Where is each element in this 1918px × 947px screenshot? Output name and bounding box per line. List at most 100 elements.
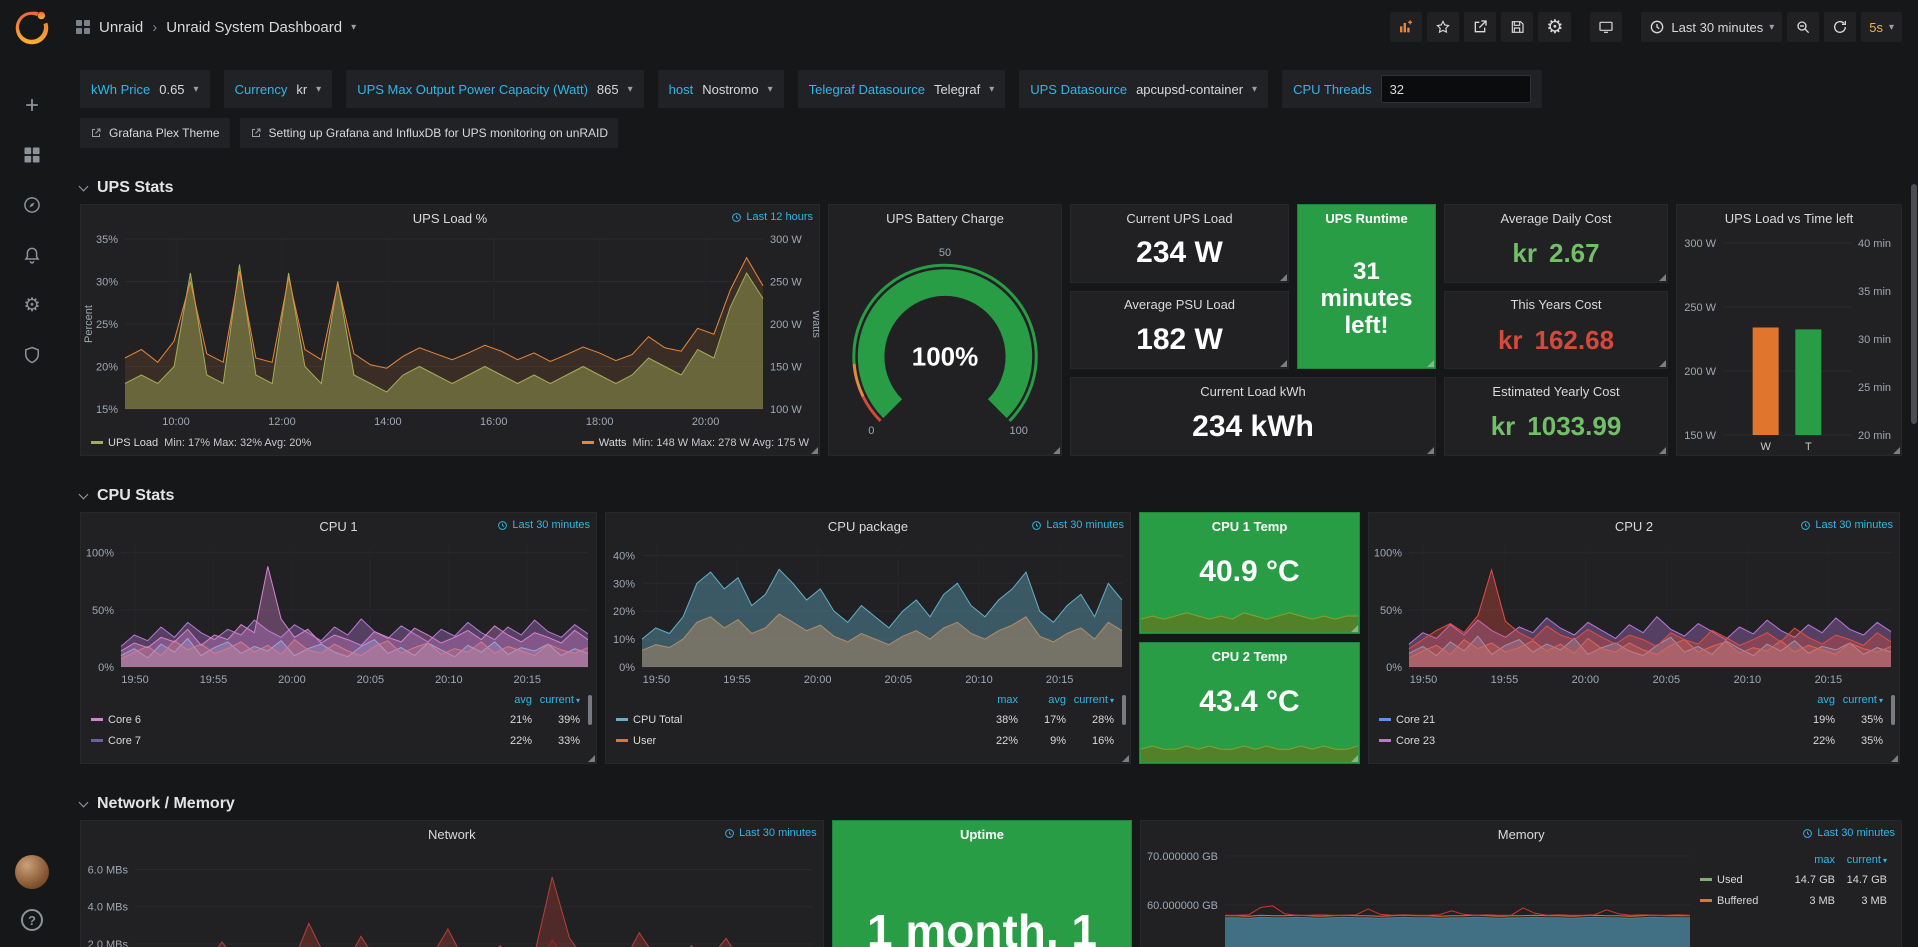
refresh-button[interactable] xyxy=(1824,12,1856,42)
ups-stat-grid: Current UPS Load 234 W UPS Runtime 31 mi… xyxy=(1070,204,1436,456)
breadcrumb-folder[interactable]: Unraid xyxy=(99,19,143,36)
svg-text:20:00: 20:00 xyxy=(278,674,306,686)
legend-row[interactable]: Core 21 19% 35% xyxy=(1379,709,1883,730)
legend-sort-current[interactable]: current▾ xyxy=(532,694,580,706)
memory-graph[interactable]: 70.000000 GB60.000000 GB50.000000 GB xyxy=(1141,847,1696,947)
link-grafana-plex-theme[interactable]: Grafana Plex Theme xyxy=(80,118,230,148)
cpu-package-graph[interactable]: 40%30%20%10%0%19:5019:5520:0020:0520:102… xyxy=(606,539,1130,689)
legend-sort-current[interactable]: current▾ xyxy=(1835,694,1883,706)
refresh-interval-picker[interactable]: 5s ▾ xyxy=(1861,12,1902,42)
panel-title[interactable]: Memory xyxy=(1498,827,1545,842)
add-panel-button[interactable] xyxy=(1390,12,1422,42)
legend-row[interactable]: CPU Total 38% 17% 28% xyxy=(616,709,1114,730)
sidebar-item-explore[interactable] xyxy=(21,194,43,216)
legend-item-ups-load[interactable]: UPS LoadMin: 17% Max: 32% Avg: 20% xyxy=(91,437,311,449)
variable-ups-datasource[interactable]: UPS Datasource apcupsd-container ▾ xyxy=(1019,70,1268,108)
panel-time-range[interactable]: Last 30 minutes xyxy=(1800,519,1893,531)
panel-title[interactable]: Estimated Yearly Cost xyxy=(1492,384,1619,399)
legend-sort-current[interactable]: current▾ xyxy=(1835,854,1887,866)
page-scrollbar-thumb[interactable] xyxy=(1911,184,1917,424)
legend-row[interactable]: Core 23 22% 35% xyxy=(1379,730,1883,751)
panel-title[interactable]: Network xyxy=(428,827,476,842)
panel-title[interactable]: CPU 2 xyxy=(1615,519,1653,534)
sidebar-item-create[interactable] xyxy=(21,94,43,116)
legend-row[interactable]: User 22% 9% 16% xyxy=(616,730,1114,751)
link-ups-monitoring-guide[interactable]: Setting up Grafana and InfluxDB for UPS … xyxy=(240,118,619,148)
svg-text:100%: 100% xyxy=(86,548,114,560)
variable-host[interactable]: host Nostromo ▾ xyxy=(658,70,784,108)
legend-item-watts[interactable]: WattsMin: 148 W Max: 278 W Avg: 175 W xyxy=(582,437,809,449)
legend-scrollbar[interactable] xyxy=(1122,695,1126,725)
variable-telegraf-datasource[interactable]: Telegraf Datasource Telegraf ▾ xyxy=(798,70,1006,108)
grafana-logo[interactable] xyxy=(12,8,52,48)
ups-load-graph[interactable]: 35%30%25%20%15%300 W250 W200 W150 W100 W… xyxy=(81,231,819,431)
panel-title[interactable]: This Years Cost xyxy=(1510,297,1601,312)
panel-time-range[interactable]: Last 30 minutes xyxy=(1802,827,1895,839)
sidebar-item-alerting[interactable] xyxy=(21,244,43,266)
cpu-2-graph[interactable]: 100%50%0%19:5019:5520:0020:0520:1020:15 xyxy=(1369,539,1899,689)
legend-row[interactable]: Buffered 3 MB 3 MB xyxy=(1700,890,1887,911)
panel-title[interactable]: CPU 1 Temp xyxy=(1212,519,1288,534)
variable-currency[interactable]: Currency kr ▾ xyxy=(224,70,333,108)
refresh-icon xyxy=(1832,19,1848,35)
settings-button[interactable]: ⚙ xyxy=(1538,12,1571,42)
panel-time-range[interactable]: Last 30 minutes xyxy=(1031,519,1124,531)
section-ups-stats[interactable]: UPS Stats xyxy=(80,172,1902,204)
legend-scrollbar[interactable] xyxy=(1891,695,1895,725)
panel-ups-runtime: UPS Runtime 31 minutes left! xyxy=(1297,204,1436,369)
star-button[interactable] xyxy=(1427,12,1459,42)
help-icon[interactable]: ? xyxy=(21,909,43,931)
panel-title[interactable]: Current UPS Load xyxy=(1126,211,1232,226)
legend-sort-current[interactable]: current▾ xyxy=(1066,694,1114,706)
section-cpu-stats[interactable]: CPU Stats xyxy=(80,480,1902,512)
chevron-down-icon[interactable]: ▾ xyxy=(351,22,356,33)
sidebar-item-server-admin[interactable] xyxy=(21,344,43,366)
cpu-1-graph[interactable]: 100%50%0%19:5019:5520:0020:0520:1020:15 xyxy=(81,539,596,689)
share-button[interactable] xyxy=(1464,12,1496,42)
panel-title[interactable]: UPS Runtime xyxy=(1325,211,1407,226)
panel-title[interactable]: Average Daily Cost xyxy=(1500,211,1611,226)
svg-text:20:15: 20:15 xyxy=(514,674,542,686)
save-button[interactable] xyxy=(1501,12,1533,42)
panel-title[interactable]: Current Load kWh xyxy=(1200,384,1306,399)
page-scrollbar[interactable] xyxy=(1910,54,1918,947)
panel-title[interactable]: CPU 2 Temp xyxy=(1212,649,1288,664)
breadcrumb-dashboard-title[interactable]: Unraid System Dashboard xyxy=(166,19,342,36)
panel-time-range[interactable]: Last 30 minutes xyxy=(497,519,590,531)
ups-load-vs-time-chart[interactable]: 300 W250 W200 W150 W40 min35 min30 min25… xyxy=(1677,231,1901,455)
legend-sort-avg[interactable]: avg xyxy=(1787,694,1835,706)
panel-time-range[interactable]: Last 30 minutes xyxy=(724,827,817,839)
zoom-out-button[interactable] xyxy=(1787,12,1819,42)
panel-title[interactable]: Average PSU Load xyxy=(1124,297,1235,312)
panel-time-range[interactable]: Last 12 hours xyxy=(731,211,813,223)
legend-scrollbar[interactable] xyxy=(588,695,592,725)
user-avatar[interactable] xyxy=(15,855,49,889)
svg-text:30%: 30% xyxy=(96,277,118,289)
legend-row[interactable]: Core 6 21% 39% xyxy=(91,709,580,730)
panel-title[interactable]: CPU 1 xyxy=(319,519,357,534)
time-range-picker[interactable]: Last 30 minutes ▾ xyxy=(1641,12,1782,42)
panel-title[interactable]: UPS Battery Charge xyxy=(886,211,1004,226)
battery-gauge[interactable]: 050100100% xyxy=(829,231,1061,455)
sidebar-item-configuration[interactable]: ⚙ xyxy=(21,294,43,316)
cycle-view-button[interactable] xyxy=(1590,12,1622,42)
panel-title[interactable]: UPS Load % xyxy=(413,211,487,226)
panel-title[interactable]: UPS Load vs Time left xyxy=(1725,211,1854,226)
panel-title[interactable]: Uptime xyxy=(960,827,1004,842)
caret-down-icon: ▾ xyxy=(1110,696,1114,705)
panel-title[interactable]: CPU package xyxy=(828,519,908,534)
sidebar-item-dashboards[interactable] xyxy=(21,144,43,166)
legend-sort-avg[interactable]: avg xyxy=(1018,694,1066,706)
network-graph[interactable]: 6.0 MBs4.0 MBs2.0 MBs xyxy=(81,847,823,947)
section-network-memory[interactable]: Network / Memory xyxy=(80,788,1902,820)
legend-row[interactable]: Used 14.7 GB 14.7 GB xyxy=(1700,869,1887,890)
variable-kwh-price[interactable]: kWh Price 0.65 ▾ xyxy=(80,70,210,108)
legend-row[interactable]: Core 7 22% 33% xyxy=(91,730,580,751)
legend-sort-max[interactable]: max xyxy=(1783,854,1835,866)
legend-sort-avg[interactable]: avg xyxy=(484,694,532,706)
variable-ups-max-output[interactable]: UPS Max Output Power Capacity (Watt) 865… xyxy=(346,70,643,108)
sidebar-nav: ⚙ xyxy=(21,94,43,366)
caret-down-icon: ▾ xyxy=(576,696,580,705)
legend-sort-max[interactable]: max xyxy=(970,694,1018,706)
cpu-threads-input[interactable] xyxy=(1381,75,1531,103)
